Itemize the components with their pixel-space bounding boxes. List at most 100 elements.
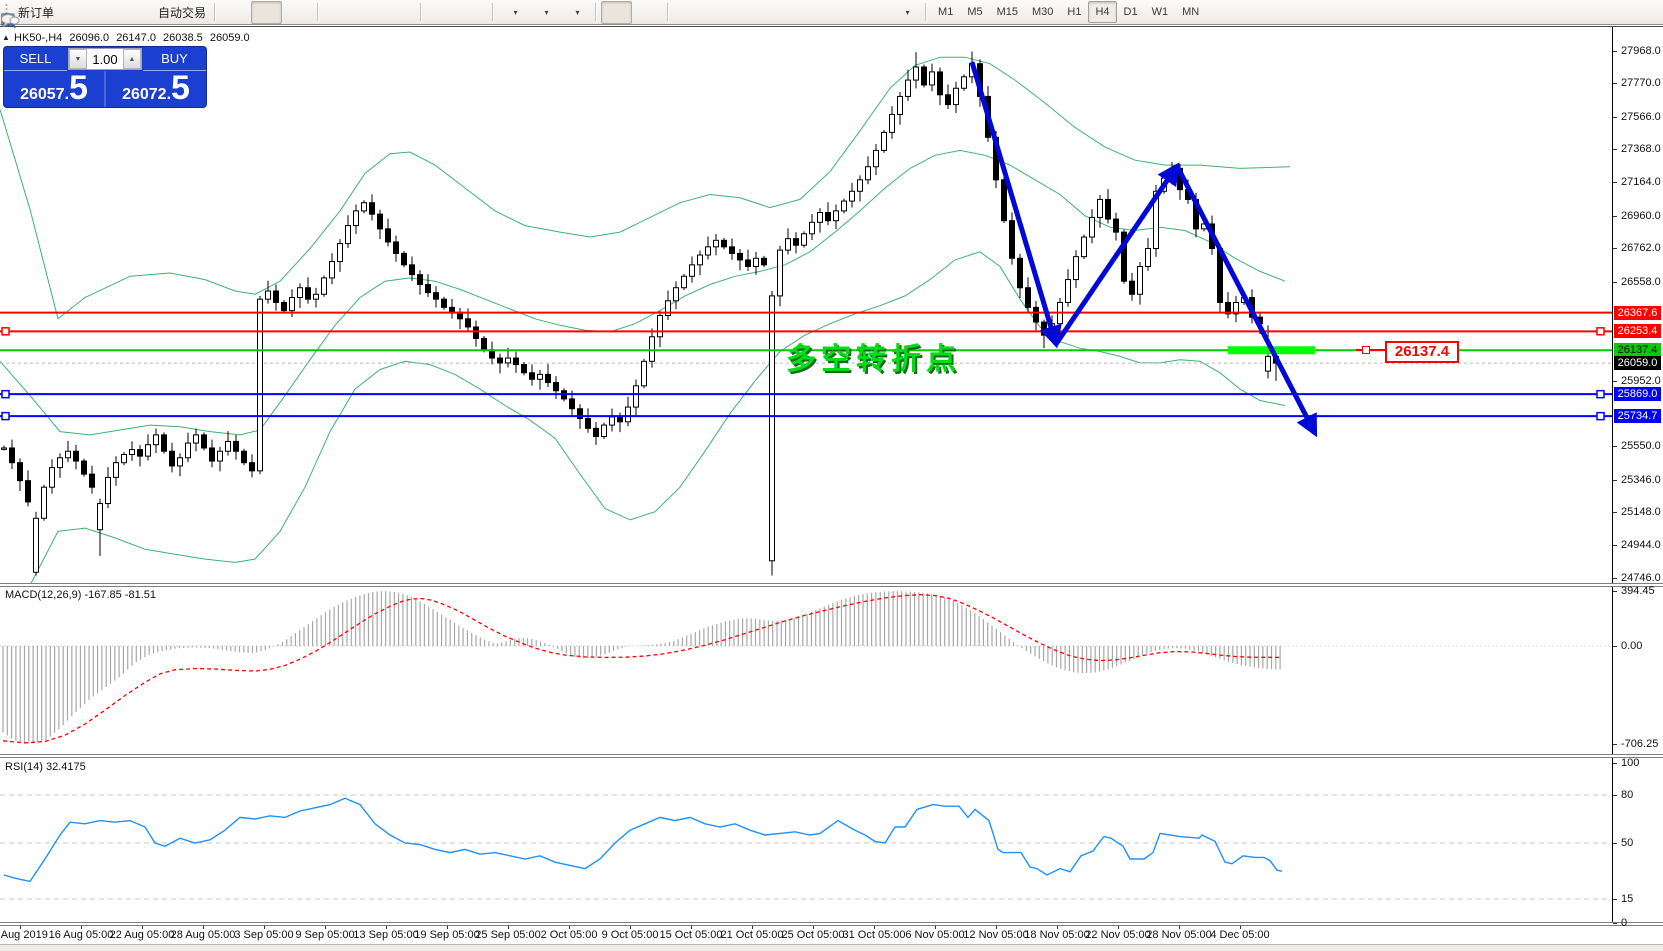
sell-price-main: 26057 <box>20 86 65 104</box>
time-label: 21 Oct 05:00 <box>721 929 784 941</box>
price-tick-label: 26558.0 <box>1621 276 1661 288</box>
candle-body <box>1074 257 1079 280</box>
timeframe-m15-button[interactable]: M15 <box>990 1 1025 23</box>
price-chart-canvas <box>0 27 1612 584</box>
trend-arrow-segment[interactable] <box>1177 166 1315 433</box>
volume-value[interactable]: 1.00 <box>87 49 123 69</box>
axis-tick <box>1613 480 1617 481</box>
timeframe-d1-button[interactable]: D1 <box>1117 1 1145 23</box>
candle-body <box>802 234 807 245</box>
candle-body <box>314 294 319 299</box>
price-tick-label: 27164.0 <box>1621 176 1661 188</box>
timeframe-h4-button[interactable]: H4 <box>1088 1 1116 23</box>
navigator-button[interactable] <box>120 1 151 24</box>
candle-body <box>754 258 759 266</box>
timeframe-w1-button[interactable]: W1 <box>1145 1 1176 23</box>
volume-stepper[interactable]: ▼ 1.00 ▲ <box>68 48 142 70</box>
candle-body <box>466 319 471 327</box>
tile-windows-button[interactable] <box>385 1 416 24</box>
timeframe-m30-button[interactable]: M30 <box>1025 1 1060 23</box>
horizontal-line-button[interactable] <box>704 1 735 24</box>
auto-trading-button[interactable]: 自动交易 <box>151 1 210 24</box>
timeframe-m5-button[interactable]: M5 <box>960 1 989 23</box>
panel-separator[interactable] <box>0 583 1663 587</box>
time-label: 3 Sep 05:00 <box>234 929 293 941</box>
candlestick-chart-button[interactable] <box>251 1 282 24</box>
arrows-button[interactable]: ▾ <box>890 1 921 24</box>
auto-trading-label: 自动交易 <box>158 4 206 21</box>
buy-price-big-digit: 5 <box>171 73 190 103</box>
candle-body <box>330 262 335 278</box>
price-tick-label: 25346.0 <box>1621 474 1661 486</box>
candle-body <box>690 265 695 276</box>
zoom-in-button[interactable] <box>323 1 354 24</box>
timeframe-mn-button[interactable]: MN <box>1175 1 1206 23</box>
trendline-button[interactable] <box>735 1 766 24</box>
auto-scroll-button[interactable] <box>426 1 457 24</box>
candle-body <box>730 247 735 254</box>
axis-tick <box>1613 646 1617 647</box>
candle-body <box>1002 180 1007 221</box>
zigzag-trendline[interactable] <box>972 62 1315 433</box>
trend-arrow-segment[interactable] <box>972 62 1056 344</box>
volume-decrease-icon[interactable]: ▼ <box>69 49 87 69</box>
zoom-out-button[interactable] <box>354 1 385 24</box>
search-button[interactable] <box>1579 1 1610 24</box>
trend-arrow-segment[interactable] <box>1056 166 1177 344</box>
sell-price[interactable]: 26057.5 <box>4 71 106 107</box>
cursor-button[interactable] <box>601 1 632 24</box>
chinese-annotation[interactable]: 多空转折点 <box>786 334 961 378</box>
line-handle[interactable] <box>2 328 9 335</box>
line-chart-button[interactable] <box>282 1 313 24</box>
fibonacci-button[interactable]: F <box>797 1 828 24</box>
timeframe-h1-button[interactable]: H1 <box>1060 1 1088 23</box>
market-watch-button[interactable] <box>89 1 120 24</box>
sell-button[interactable]: SELL <box>4 47 67 71</box>
candle-body <box>818 213 823 223</box>
equidistant-channel-button[interactable]: E <box>766 1 797 24</box>
indicators-button[interactable]: ▾ <box>498 1 529 24</box>
time-label: 15 Oct 05:00 <box>660 929 723 941</box>
price-callout-box[interactable]: 26137.4 <box>1385 341 1459 363</box>
candle-body <box>626 407 631 422</box>
price-badge-26367.6: 26367.6 <box>1614 306 1661 320</box>
candle-body <box>138 450 143 457</box>
text-label-button[interactable]: T <box>859 1 890 24</box>
candle-body <box>1090 217 1095 237</box>
crosshair-button[interactable] <box>632 1 663 24</box>
line-handle[interactable] <box>2 391 9 398</box>
chat-button[interactable] <box>1620 1 1651 24</box>
buy-price[interactable]: 26072.5 <box>106 71 206 107</box>
line-handle[interactable] <box>1597 391 1604 398</box>
text-button[interactable]: A <box>828 1 859 24</box>
ohlc-marker-icon: ▲ <box>2 33 10 42</box>
candle-body <box>842 201 847 211</box>
line-handle[interactable] <box>2 413 9 420</box>
templates-button[interactable]: ▾ <box>560 1 591 24</box>
line-handle[interactable] <box>1597 413 1604 420</box>
candle-body <box>594 428 599 436</box>
volume-increase-icon[interactable]: ▲ <box>123 49 141 69</box>
panel-separator[interactable] <box>0 754 1663 758</box>
chart-shift-button[interactable] <box>457 1 488 24</box>
toolbar-separator <box>925 3 927 21</box>
callout-anchor-handle[interactable] <box>1362 346 1370 354</box>
candle-body <box>914 67 919 80</box>
chart-window-button[interactable] <box>58 1 89 24</box>
price-tick-label: 26960.0 <box>1621 210 1661 222</box>
periods-button[interactable]: ▾ <box>529 1 560 24</box>
close-value: 26059.0 <box>210 32 250 44</box>
vertical-line-button[interactable] <box>673 1 704 24</box>
buy-button[interactable]: BUY <box>143 47 206 71</box>
bar-chart-button[interactable] <box>220 1 251 24</box>
candle-body <box>194 435 199 443</box>
timeframe-m1-button[interactable]: M1 <box>931 1 960 23</box>
chart-window: ▲ HK50-,H4 26096.0 26147.0 26038.5 26059… <box>0 26 1663 951</box>
time-axis[interactable]: 2 Aug 201916 Aug 05:0022 Aug 05:0028 Aug… <box>0 924 1663 944</box>
panel-separator <box>0 922 1663 926</box>
line-handle[interactable] <box>1597 328 1604 335</box>
candle-body <box>1026 288 1031 308</box>
macd-panel-canvas <box>0 586 1612 754</box>
axis-tick <box>1613 248 1617 249</box>
candle-body <box>714 240 719 247</box>
